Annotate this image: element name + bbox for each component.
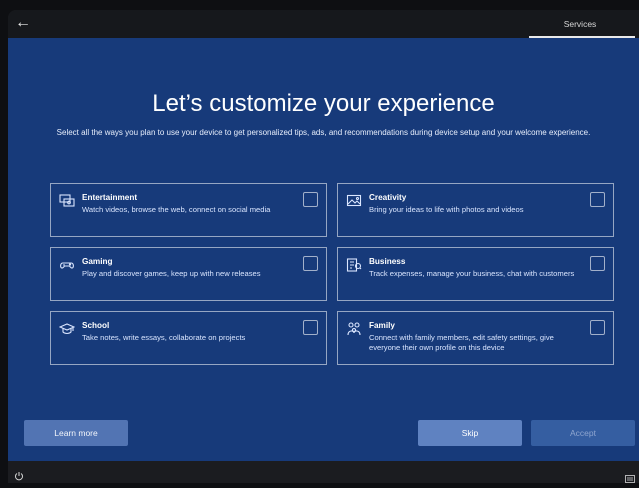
power-icon[interactable] — [14, 468, 24, 481]
accept-button[interactable]: Accept — [531, 420, 635, 446]
page-subtitle: Select all the ways you plan to use your… — [56, 128, 591, 137]
option-name: School — [82, 321, 110, 330]
option-card-entertainment[interactable]: Entertainment Watch videos, browse the w… — [50, 183, 327, 237]
option-desc: Track expenses, manage your business, ch… — [369, 269, 575, 278]
option-desc: Play and discover games, keep up with ne… — [82, 269, 261, 278]
option-card-school[interactable]: School Take notes, write essays, collabo… — [50, 311, 327, 365]
option-grid: Entertainment Watch videos, browse the w… — [50, 183, 617, 369]
option-name: Business — [369, 257, 406, 266]
family-icon — [346, 321, 362, 337]
business-icon — [346, 257, 362, 273]
school-checkbox[interactable] — [303, 320, 318, 335]
tab-services-label: Services — [563, 19, 597, 29]
option-name: Entertainment — [82, 193, 138, 202]
creativity-checkbox[interactable] — [590, 192, 605, 207]
page-title: Let’s customize your experience — [152, 90, 495, 117]
gaming-checkbox[interactable] — [303, 256, 318, 271]
bottom-bar — [8, 461, 639, 483]
business-checkbox[interactable] — [590, 256, 605, 271]
creativity-icon — [346, 193, 362, 209]
option-card-business[interactable]: Business Track expenses, manage your bus… — [337, 247, 614, 301]
gaming-icon — [59, 257, 75, 273]
option-name: Family — [369, 321, 395, 330]
tab-services[interactable]: Services — [525, 10, 635, 38]
option-card-creativity[interactable]: Creativity Bring your ideas to life with… — [337, 183, 614, 237]
entertainment-checkbox[interactable] — [303, 192, 318, 207]
option-card-gaming[interactable]: Gaming Play and discover games, keep up … — [50, 247, 327, 301]
learn-more-button[interactable]: Learn more — [24, 420, 128, 446]
family-checkbox[interactable] — [590, 320, 605, 335]
back-arrow-icon[interactable]: ← — [14, 14, 32, 32]
keyboard-icon[interactable] — [625, 470, 635, 483]
option-name: Gaming — [82, 257, 113, 266]
option-card-family[interactable]: Family Connect with family members, edit… — [337, 311, 614, 365]
option-desc: Bring your ideas to life with photos and… — [369, 205, 524, 214]
school-icon — [58, 321, 76, 337]
option-name: Creativity — [369, 193, 407, 202]
option-desc: Connect with family members, edit safety… — [369, 333, 554, 352]
setup-panel: Let’s customize your experience Select a… — [8, 38, 639, 461]
option-desc: Take notes, write essays, collaborate on… — [82, 333, 246, 342]
skip-button[interactable]: Skip — [418, 420, 522, 446]
title-bar: ← Services — [8, 10, 639, 38]
option-desc: Watch videos, browse the web, connect on… — [82, 205, 271, 214]
entertainment-icon — [59, 193, 75, 209]
